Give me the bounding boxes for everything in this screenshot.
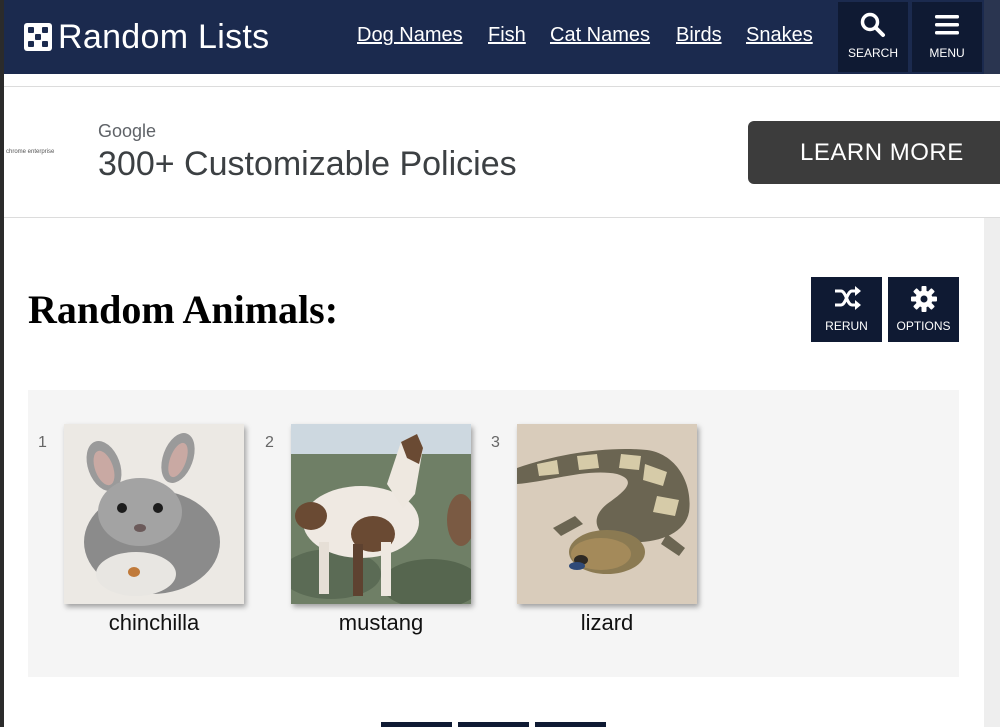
- header-scrollbar: [984, 0, 1000, 74]
- site-header: Random Lists Dog Names Fish Cat Names Bi…: [0, 0, 1000, 74]
- ad-brand: Google: [98, 121, 157, 141]
- chinchilla-image[interactable]: [64, 424, 244, 604]
- animal-name: lizard: [580, 610, 634, 635]
- search-button[interactable]: SEARCH: [838, 2, 908, 72]
- gear-icon: [911, 286, 937, 312]
- window-edge: [0, 0, 4, 727]
- options-label: OPTIONS: [896, 319, 951, 333]
- results-panel: 1 chinchilla 2 mustang 3 lizard: [28, 390, 959, 677]
- bottom-button[interactable]: [535, 722, 606, 727]
- item-number: 1: [38, 434, 47, 451]
- page-title: Random Animals:: [28, 287, 339, 332]
- item-number: 2: [265, 434, 274, 451]
- menu-label: MENU: [929, 46, 965, 60]
- nav-link-cat-names[interactable]: Cat Names: [550, 24, 650, 47]
- page-scrollbar-track[interactable]: [984, 218, 1000, 727]
- menu-button[interactable]: MENU: [912, 2, 982, 72]
- search-icon: [860, 12, 885, 37]
- nav-link-snakes[interactable]: Snakes: [746, 24, 813, 47]
- nav-link-birds[interactable]: Birds: [676, 24, 722, 47]
- hamburger-icon: [935, 15, 959, 35]
- rerun-button[interactable]: RERUN: [811, 277, 882, 342]
- ad-headline[interactable]: 300+ Customizable Policies: [98, 145, 517, 184]
- nav-link-dog-names[interactable]: Dog Names: [357, 24, 463, 47]
- ad-tiny-logo-text: chrome enterprise: [6, 149, 55, 155]
- options-button[interactable]: OPTIONS: [888, 277, 959, 342]
- mustang-image[interactable]: [291, 424, 471, 604]
- shuffle-icon: [835, 286, 861, 310]
- site-logo[interactable]: Random Lists: [24, 18, 269, 56]
- lizard-image[interactable]: [517, 424, 697, 604]
- search-label: SEARCH: [847, 46, 898, 60]
- animal-name: mustang: [338, 610, 424, 635]
- nav-link-fish[interactable]: Fish: [488, 24, 526, 47]
- logo-text: Random Lists: [58, 18, 270, 56]
- dice-icon: [24, 23, 52, 51]
- bottom-button[interactable]: [381, 722, 452, 727]
- item-number: 3: [491, 434, 500, 451]
- advertisement[interactable]: chrome enterprise Google 300+ Customizab…: [4, 86, 1000, 218]
- animal-name: chinchilla: [108, 610, 200, 635]
- bottom-button[interactable]: [458, 722, 529, 727]
- ad-learn-more-button[interactable]: LEARN MORE: [748, 121, 1000, 184]
- rerun-label: RERUN: [825, 319, 868, 333]
